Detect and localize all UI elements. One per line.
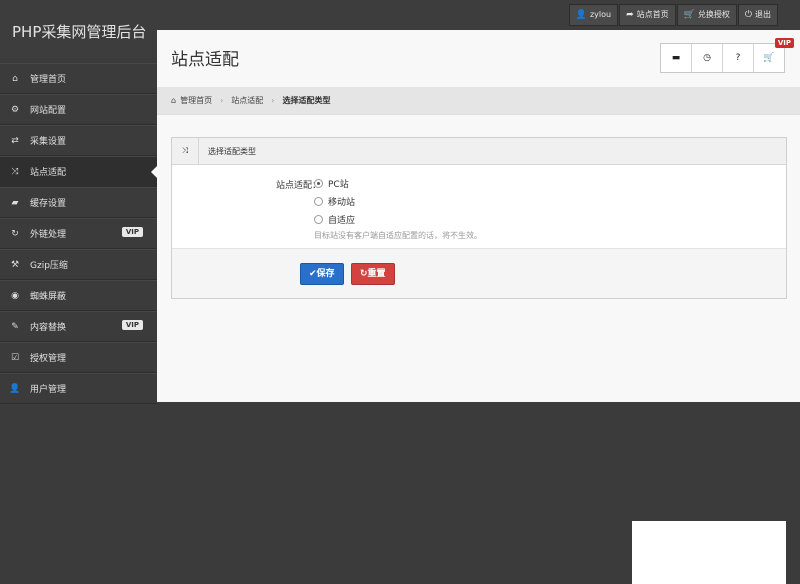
sidebar-item-content-replace[interactable]: ✎ 内容替换 VIP	[0, 311, 157, 342]
sidebar-item-label: 用户管理	[30, 385, 67, 395]
radio-button[interactable]	[314, 196, 323, 206]
comment-button[interactable]: ▬	[661, 44, 692, 72]
top-link-label: 退出	[755, 10, 771, 19]
clock-button[interactable]: ◷	[692, 44, 723, 72]
sidebar-item-label: 蜘蛛屏蔽	[30, 292, 67, 302]
sidebar: ⌂ 管理首页 ⚙ 网站配置 ⇄ 采集设置 ⤨ 站点适配 ▰ 缓存设置 ↻ 外链处理 VIP ⚒…	[0, 63, 157, 404]
sidebar-item-cache-settings[interactable]: ▰ 缓存设置	[0, 187, 157, 218]
breadcrumb-item-current: 选择适配类型	[282, 96, 331, 105]
home-icon: ⌂	[12, 73, 18, 84]
sidebar-item-label: 授权管理	[30, 354, 67, 364]
home-icon: ⌂	[171, 96, 177, 105]
radio-button[interactable]	[314, 214, 323, 224]
eye-icon: ◉	[11, 290, 19, 301]
top-link-redeem[interactable]: 🛒 兑换授权	[676, 4, 737, 26]
vip-badge: VIP	[774, 38, 794, 48]
breadcrumb: ⌂ 管理首页 › 站点适配 › 选择适配类型	[157, 87, 800, 115]
sidebar-item-label: 管理首页	[30, 75, 67, 85]
top-link-label: 站点首页	[636, 10, 669, 19]
sidebar-item-label: 外链处理	[30, 230, 67, 240]
folder-open-icon: ▰	[11, 197, 19, 208]
sidebar-item-spider-block[interactable]: ◉ 蜘蛛屏蔽	[0, 280, 157, 311]
sidebar-item-site-adapt[interactable]: ⤨ 站点适配	[0, 156, 157, 187]
radio-option-responsive[interactable]: 自适应	[314, 210, 482, 228]
brand-title: PHP采集网管理后台	[12, 23, 147, 41]
top-link-user[interactable]: 👤 zylou	[568, 4, 619, 26]
retweet-icon: ⇄	[11, 135, 19, 146]
breadcrumb-item-site-adapt[interactable]: 站点适配	[231, 95, 263, 106]
user-icon: 👤	[9, 383, 21, 394]
sidebar-item-external-links[interactable]: ↻ 外链处理 VIP	[0, 218, 157, 249]
help-text: 目标站没有客户端自适应配置的话，将不生效。	[314, 231, 482, 240]
radio-button[interactable]	[314, 178, 323, 188]
radio-option-pc[interactable]: PC站	[314, 174, 482, 192]
reset-button[interactable]: ↻重置	[351, 263, 395, 285]
random-icon: ⤨	[172, 138, 199, 164]
header-button-group: ▬ ◷ ? 🛒	[660, 43, 785, 73]
vip-tag: VIP	[121, 320, 143, 330]
sidebar-item-dashboard[interactable]: ⌂ 管理首页	[0, 63, 157, 94]
widget-header: ⤨ 选择适配类型	[172, 138, 786, 165]
gear-icon: ⚙	[10, 104, 20, 115]
sidebar-item-gzip[interactable]: ⚒ Gzip压缩	[0, 249, 157, 280]
form-actions: ✔保存 ↻重置	[172, 248, 786, 298]
top-link-logout[interactable]: ⏻ 退出	[737, 4, 778, 26]
clock-icon: ◷	[703, 53, 711, 63]
breadcrumb-separator: ›	[271, 96, 275, 105]
main-panel: 站点适配 ▬ ◷ ? 🛒 VIP ⌂ 管理首页 › 站点适配 › 选择适配类型 …	[157, 30, 800, 402]
brand: PHP采集网管理后台	[0, 0, 157, 58]
user-icon: 👤	[575, 10, 587, 20]
sidebar-item-users[interactable]: 👤 用户管理	[0, 373, 157, 404]
sidebar-item-site-config[interactable]: ⚙ 网站配置	[0, 94, 157, 125]
help-button[interactable]: ?	[723, 44, 754, 72]
radio-label: 移动站	[328, 197, 356, 208]
question-icon: ?	[735, 53, 741, 63]
sidebar-item-collect-settings[interactable]: ⇄ 采集设置	[0, 125, 157, 156]
sidebar-item-license[interactable]: ☑ 授权管理	[0, 342, 157, 373]
comment-icon: ▬	[671, 53, 681, 63]
sidebar-item-label: 采集设置	[30, 137, 67, 147]
pencil-icon: ✎	[11, 321, 19, 332]
sidebar-item-label: 网站配置	[30, 106, 67, 116]
sidebar-item-label: 站点适配	[30, 168, 67, 178]
power-icon: ⏻	[744, 10, 752, 20]
adapt-type-widget: ⤨ 选择适配类型 站点适配： PC站 移动站 自适应 目标站没有客户端自适应配置…	[171, 137, 787, 299]
sidebar-item-label: Gzip压缩	[30, 261, 68, 271]
adapt-radio-group: PC站 移动站 自适应 目标站没有客户端自适应配置的话，将不生效。	[314, 174, 482, 241]
radio-label: PC站	[328, 179, 349, 190]
top-links: 👤 zylou ➦ 站点首页 🛒 兑换授权 ⏻ 退出	[568, 4, 778, 26]
radio-label: 自适应	[328, 215, 356, 226]
refresh-icon: ↻	[11, 228, 19, 239]
share-icon: ➦	[626, 10, 634, 20]
breadcrumb-separator: ›	[220, 96, 224, 105]
widget-title: 选择适配类型	[208, 146, 256, 156]
vip-tag: VIP	[121, 227, 143, 237]
sidebar-item-label: 内容替换	[30, 323, 67, 333]
top-link-label: zylou	[589, 10, 612, 19]
random-icon: ⤨	[11, 166, 19, 177]
save-button[interactable]: ✔保存	[300, 263, 344, 285]
blank-overlay-box	[632, 521, 786, 584]
sidebar-item-label: 缓存设置	[30, 199, 67, 209]
cart-icon: 🛒	[683, 10, 695, 20]
top-link-label: 兑换授权	[697, 10, 730, 19]
wrench-icon: ⚒	[10, 259, 20, 270]
cart-button[interactable]: 🛒	[754, 44, 784, 72]
breadcrumb-item-home[interactable]: 管理首页	[180, 95, 212, 106]
radio-option-mobile[interactable]: 移动站	[314, 192, 482, 210]
check-icon: ☑	[10, 352, 20, 363]
top-link-site-home[interactable]: ➦ 站点首页	[619, 4, 676, 26]
page-title: 站点适配	[171, 50, 239, 70]
cart-icon: 🛒	[763, 53, 775, 63]
